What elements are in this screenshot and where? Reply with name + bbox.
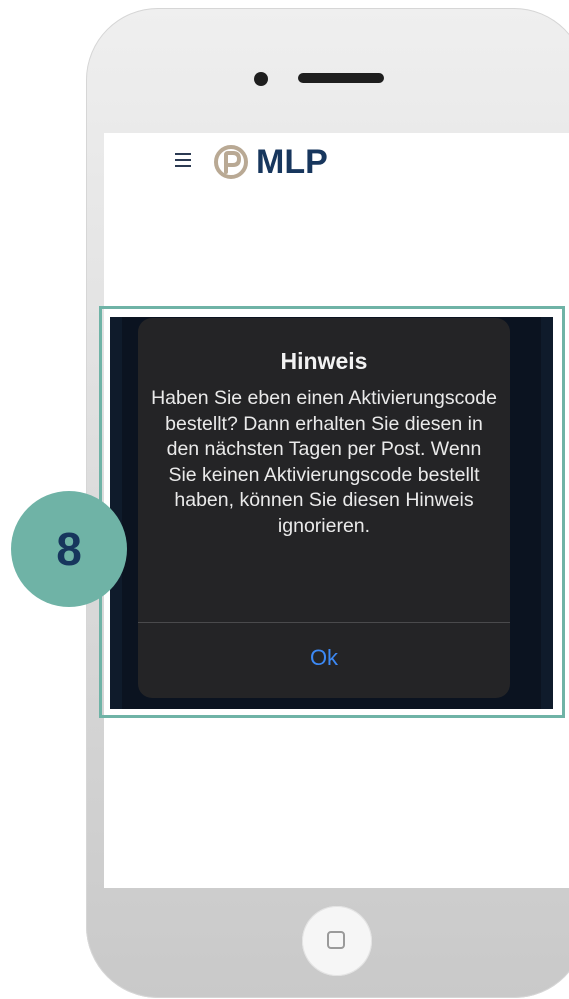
alert-title: Hinweis	[280, 348, 368, 374]
step-number-badge: 8	[11, 491, 127, 607]
ok-button[interactable]: Ok	[138, 623, 510, 698]
hamburger-menu-icon[interactable]	[175, 153, 191, 167]
home-button-icon[interactable]	[302, 906, 372, 976]
brand-logo-text: MLP	[256, 143, 328, 181]
home-square-icon	[327, 931, 345, 949]
alert-dialog: Hinweis Haben Sie eben einen Aktivierung…	[138, 318, 510, 698]
alert-message: Haben Sie eben einen Aktivierungscode be…	[151, 387, 497, 537]
mlp-logo-icon	[214, 145, 248, 179]
speaker-icon	[298, 73, 384, 83]
camera-icon	[254, 72, 268, 86]
